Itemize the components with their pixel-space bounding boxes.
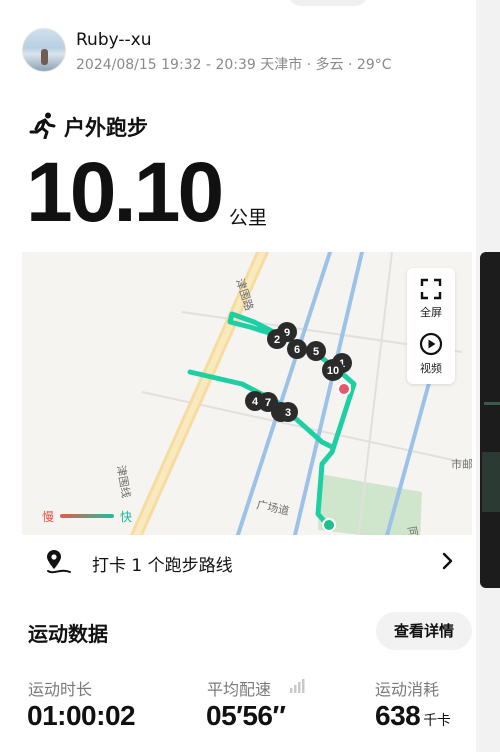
sport-title: 户外跑步 (64, 116, 148, 140)
video-button[interactable]: 视频 (407, 332, 455, 376)
route-checkin-row[interactable]: 打卡 1 个跑步路线 (22, 535, 472, 590)
legend-gradient-bar (60, 514, 115, 518)
avatar[interactable] (22, 28, 66, 72)
top-pill[interactable] (288, 0, 368, 6)
km-marker-6: 6 (287, 339, 307, 359)
route-start (322, 518, 336, 532)
stat-calories-block: 638 千卡 (375, 700, 451, 732)
user-header: Ruby--xu 2024/08/15 19:32 - 20:39 天津市 · … (22, 28, 462, 74)
user-name[interactable]: Ruby--xu (76, 30, 151, 50)
activity-card: Ruby--xu 2024/08/15 19:32 - 20:39 天津市 · … (0, 0, 476, 752)
next-card-peek[interactable] (476, 0, 500, 752)
play-icon (419, 332, 443, 360)
svg-text:4: 4 (252, 396, 259, 408)
legend-slow: 慢 (42, 509, 55, 524)
stat-pace-value: 05′56″ (206, 700, 286, 731)
route-map[interactable]: 9 2 6 5 1 10 4 7 8 3 津围路 津围线 广场道 市邮 同德路 … (22, 252, 472, 590)
sport-type: 户外跑步 (28, 112, 148, 142)
km-marker-2: 2 (267, 329, 287, 349)
pace-chart-icon (289, 678, 305, 698)
activity-meta: 2024/08/15 19:32 - 20:39 天津市 · 多云 · 29°C (76, 57, 392, 73)
svg-text:6: 6 (294, 344, 300, 356)
checkin-text: 打卡 1 个跑步路线 (92, 556, 233, 576)
km-marker-3: 3 (278, 402, 298, 422)
stat-calories-unit: 千卡 (423, 713, 451, 729)
distance-value: 10.10 (26, 145, 224, 239)
svg-text:5: 5 (313, 346, 319, 358)
fullscreen-button[interactable]: 全屏 (407, 278, 455, 320)
svg-text:10: 10 (327, 365, 339, 377)
road-label-jinwei-line: 津围线 (114, 464, 134, 499)
svg-text:7: 7 (265, 397, 271, 409)
legend-fast: 快 (120, 509, 133, 524)
stat-calories-value: 638 (375, 700, 421, 731)
svg-text:3: 3 (285, 407, 291, 419)
map-controls: 全屏 视频 (407, 268, 455, 384)
running-icon (28, 111, 56, 143)
stat-duration-label: 运动时长 (28, 680, 93, 699)
route-end (337, 382, 351, 396)
section-title-exercise-data: 运动数据 (28, 622, 108, 646)
distance-unit: 公里 (229, 207, 268, 229)
svg-text:2: 2 (274, 334, 280, 346)
chevron-right-icon (440, 551, 454, 575)
road-label-shi: 市邮 (451, 457, 472, 471)
stat-duration-value: 01:00:02 (27, 700, 136, 731)
view-details-button[interactable]: 查看详情 (376, 612, 472, 650)
location-pin-icon (44, 549, 72, 579)
stat-calories-label: 运动消耗 (375, 680, 440, 699)
pace-legend: 慢 快 (42, 508, 132, 524)
fullscreen-label: 全屏 (420, 306, 442, 319)
km-marker-5: 5 (306, 341, 326, 361)
fullscreen-icon (420, 278, 442, 304)
km-marker-10: 10 (322, 359, 344, 381)
stat-pace-label: 平均配速 (207, 680, 272, 699)
video-label: 视频 (420, 362, 442, 375)
road-label-guangchang: 广场道 (255, 497, 290, 518)
